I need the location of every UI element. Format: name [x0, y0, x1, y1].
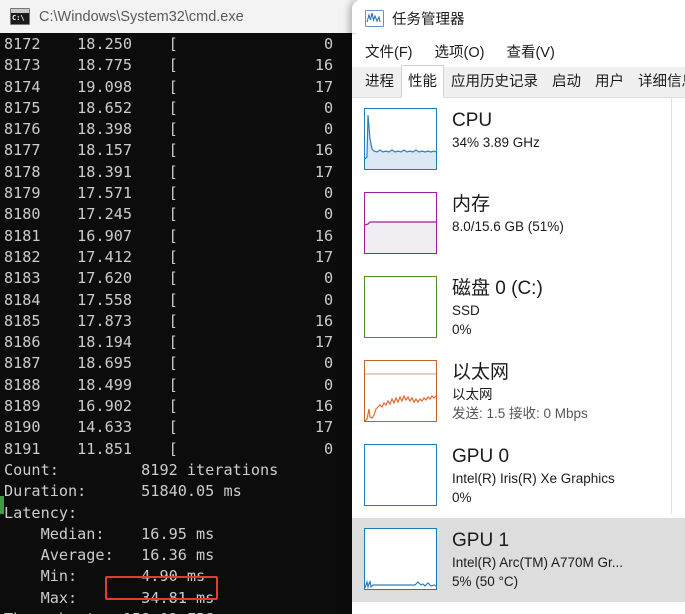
gpu0-usage: 0% — [452, 490, 472, 505]
cmd-icon-text: C:\ — [12, 14, 25, 22]
tab-performance[interactable]: 性能 — [401, 65, 444, 98]
memory-name: 内存 — [452, 194, 491, 215]
cpu-mini-graph — [364, 108, 437, 170]
cmd-left-scrollbar-thumb[interactable] — [0, 496, 4, 514]
resource-row-gpu0[interactable]: GPU 0 Intel(R) Iris(R) Xe Graphics 0% — [352, 434, 685, 518]
cmd-console-text: 8172 18.250 [ 0 8173 18.775 [ 16 8174 19… — [4, 35, 334, 614]
menu-options[interactable]: 选项(O) — [435, 41, 485, 62]
resource-row-disk0[interactable]: 磁盘 0 (C:) SSD 0% — [352, 266, 685, 350]
gpu1-usage: 5% (50 °C) — [452, 574, 519, 589]
tab-processes[interactable]: 进程 — [358, 65, 401, 97]
task-manager-chart-icon — [365, 9, 384, 27]
resource-row-gpu1[interactable]: GPU 1 Intel(R) Arc(TM) A770M Gr... 5% (5… — [352, 518, 685, 602]
disk-info: 磁盘 0 (C:) SSD 0% — [452, 276, 543, 339]
cmd-console-icon: C:\ — [10, 8, 30, 25]
cmd-left-scrollbar[interactable] — [0, 34, 4, 614]
task-manager-window: 任务管理器 文件(F) 选项(O) 查看(V) 进程 性能 应用历史记录 启动 … — [352, 0, 685, 614]
ethernet-type: 以太网 — [452, 387, 493, 402]
gpu1-graph-svg — [365, 579, 436, 589]
menu-view[interactable]: 查看(V) — [506, 41, 554, 62]
gpu0-graph-svg — [365, 445, 436, 505]
memory-graph-svg — [365, 221, 436, 253]
task-manager-tabstrip: 进程 性能 应用历史记录 启动 用户 详细信息 — [352, 65, 685, 98]
gpu0-mini-graph — [364, 444, 437, 506]
cmd-title-text: C:\Windows\System32\cmd.exe — [39, 8, 244, 25]
menu-file[interactable]: 文件(F) — [365, 41, 413, 62]
cmd-titlebar[interactable]: C:\ C:\Windows\System32\cmd.exe — [0, 0, 356, 33]
gpu1-name: GPU 1 — [452, 530, 510, 551]
gpu0-info: GPU 0 Intel(R) Iris(R) Xe Graphics 0% — [452, 444, 615, 507]
resource-row-memory[interactable]: 内存 8.0/15.6 GB (51%) — [352, 182, 685, 266]
cmd-window: C:\ C:\Windows\System32\cmd.exe 8172 18.… — [0, 0, 356, 614]
ethernet-throughput: 发送: 1.5 接收: 0 Mbps — [452, 406, 588, 421]
gpu1-info: GPU 1 Intel(R) Arc(TM) A770M Gr... 5% (5… — [452, 528, 623, 591]
chart-icon-svg — [366, 10, 381, 24]
screen: C:\ C:\Windows\System32\cmd.exe 8172 18.… — [0, 0, 685, 614]
gpu0-name: GPU 0 — [452, 446, 510, 467]
tab-startup[interactable]: 启动 — [545, 65, 588, 97]
ethernet-mini-graph — [364, 360, 437, 422]
disk-graph-svg — [365, 277, 436, 337]
ethernet-graph-svg — [365, 373, 436, 421]
task-manager-menubar: 文件(F) 选项(O) 查看(V) — [352, 36, 685, 67]
task-manager-title-text: 任务管理器 — [392, 11, 465, 28]
cpu-stats: 34% 3.89 GHz — [452, 135, 540, 150]
cpu-name: CPU — [452, 110, 493, 131]
disk-type: SSD — [452, 303, 480, 318]
tab-app-history[interactable]: 应用历史记录 — [444, 65, 545, 97]
task-manager-titlebar[interactable]: 任务管理器 — [352, 0, 685, 36]
disk-name: 磁盘 0 (C:) — [452, 278, 543, 299]
ethernet-name: 以太网 — [452, 362, 510, 383]
ethernet-info: 以太网 以太网 发送: 1.5 接收: 0 Mbps — [452, 360, 588, 423]
gpu1-mini-graph — [364, 528, 437, 590]
cpu-info: CPU 34% 3.89 GHz — [452, 108, 540, 152]
memory-info: 内存 8.0/15.6 GB (51%) — [452, 192, 564, 236]
list-scroll-divider — [671, 98, 672, 514]
resource-row-cpu[interactable]: CPU 34% 3.89 GHz — [352, 98, 685, 182]
cmd-titlebar-shadow — [0, 33, 356, 35]
tab-users[interactable]: 用户 — [588, 65, 631, 97]
memory-stats: 8.0/15.6 GB (51%) — [452, 219, 564, 234]
memory-mini-graph — [364, 192, 437, 254]
disk-usage: 0% — [452, 322, 472, 337]
resource-row-ethernet[interactable]: 以太网 以太网 发送: 1.5 接收: 0 Mbps — [352, 350, 685, 434]
gpu0-model: Intel(R) Iris(R) Xe Graphics — [452, 471, 615, 486]
tab-details[interactable]: 详细信息 — [631, 65, 685, 97]
cmd-console-output[interactable]: 8172 18.250 [ 0 8173 18.775 [ 16 8174 19… — [0, 34, 356, 614]
performance-resource-list: CPU 34% 3.89 GHz 内存 8.0/15.6 GB (51%) 磁盘… — [352, 98, 685, 614]
cpu-graph-svg — [365, 114, 436, 169]
gpu1-model: Intel(R) Arc(TM) A770M Gr... — [452, 555, 624, 570]
disk-mini-graph — [364, 276, 437, 338]
